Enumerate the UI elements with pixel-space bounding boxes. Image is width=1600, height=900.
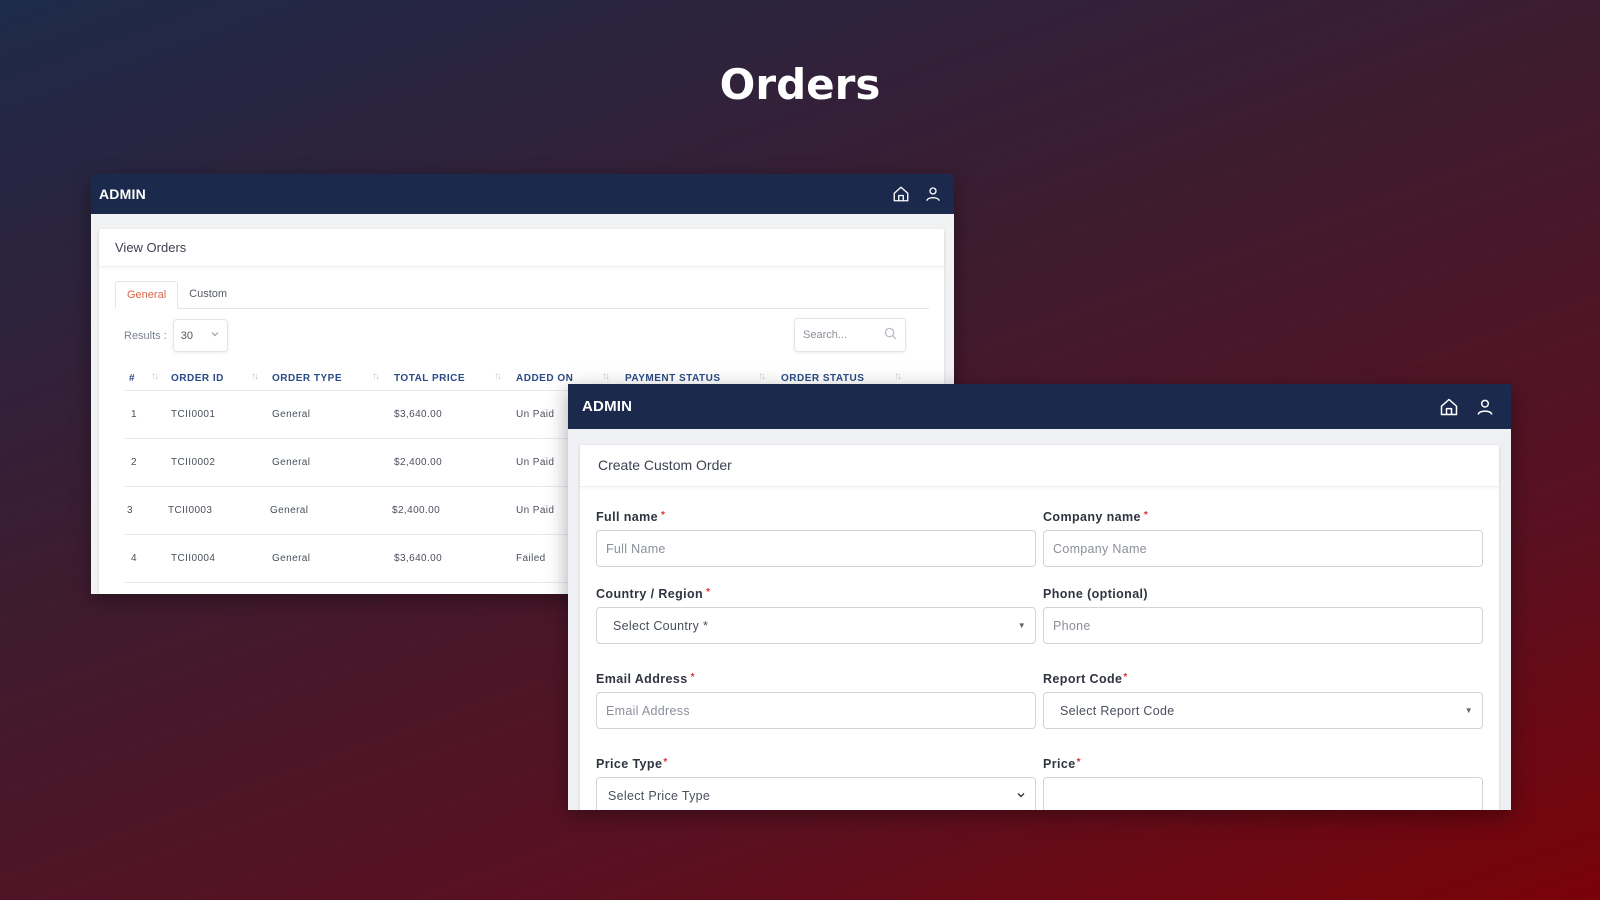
column-header-total-price[interactable]: TOTAL PRICE <box>394 373 465 384</box>
results-label: Results : <box>124 329 167 342</box>
column-header-number[interactable]: # <box>129 373 135 384</box>
brand-label: ADMIN <box>582 398 633 415</box>
company-name-input[interactable]: Company Name <box>1043 530 1483 567</box>
row-number: 4 <box>131 553 137 564</box>
sort-icon[interactable]: ↑↓ <box>758 371 766 382</box>
order-id-cell: TCII0004 <box>171 553 216 564</box>
order-tabs: General Custom <box>115 281 929 309</box>
card-title: View Orders <box>99 229 944 267</box>
report-code-select[interactable]: Select Report Code ▼ <box>1043 692 1483 729</box>
page-title: Orders <box>719 60 881 109</box>
status-cell: Failed <box>516 553 546 564</box>
report-code-label: Report Code* <box>1043 672 1128 686</box>
phone-field: Phone (optional) Phone <box>1043 587 1483 644</box>
column-header-order-status[interactable]: ORDER STATUS <box>781 373 864 384</box>
caret-down-icon: ▼ <box>1464 706 1473 715</box>
email-input[interactable]: Email Address <box>596 692 1036 729</box>
country-select[interactable]: Select Country * ▼ <box>596 607 1036 644</box>
results-select[interactable]: 30 <box>172 319 228 352</box>
user-icon[interactable] <box>924 185 942 203</box>
search-placeholder: Search... <box>803 329 848 341</box>
full-name-label: Full name * <box>596 510 666 524</box>
order-id-cell: TCII0003 <box>168 505 213 516</box>
total-price-cell: $2,400.00 <box>392 505 441 516</box>
total-price-cell: $2,400.00 <box>394 457 443 468</box>
search-input[interactable]: Search... <box>794 318 906 352</box>
tab-custom[interactable]: Custom <box>178 281 238 309</box>
order-type-cell: General <box>270 505 309 516</box>
create-custom-order-card: Create Custom Order Full name * Full Name… <box>580 445 1499 810</box>
home-icon[interactable] <box>892 185 910 203</box>
order-id-cell: TCII0002 <box>171 457 216 468</box>
full-name-input[interactable]: Full Name <box>596 530 1036 567</box>
email-label: Email Address * <box>596 672 695 686</box>
price-type-select[interactable]: Select Price Type <box>596 777 1036 810</box>
sort-icon[interactable]: ↑↓ <box>494 371 502 382</box>
sort-icon[interactable]: ↑↓ <box>251 371 259 382</box>
report-code-field: Report Code* Select Report Code ▼ <box>1043 672 1483 729</box>
order-type-cell: General <box>272 553 311 564</box>
row-number: 3 <box>127 505 133 516</box>
column-header-payment-status[interactable]: PAYMENT STATUS <box>625 373 721 384</box>
price-input[interactable] <box>1043 777 1483 810</box>
total-price-cell: $3,640.00 <box>394 553 443 564</box>
user-icon[interactable] <box>1475 397 1495 417</box>
phone-label: Phone (optional) <box>1043 587 1148 601</box>
column-header-order-type[interactable]: ORDER TYPE <box>272 373 342 384</box>
results-value: 30 <box>180 329 194 342</box>
sort-icon[interactable]: ↑↓ <box>602 371 610 382</box>
column-header-order-id[interactable]: ORDER ID <box>171 373 224 384</box>
order-id-cell: TCII0001 <box>171 409 216 420</box>
home-icon[interactable] <box>1439 397 1459 417</box>
price-type-field: Price Type* Select Price Type <box>596 757 1036 810</box>
status-cell: Un Paid <box>516 409 555 420</box>
full-name-field: Full name * Full Name <box>596 510 1036 567</box>
company-name-field: Company name * Company Name <box>1043 510 1483 567</box>
column-header-added-on[interactable]: ADDED ON <box>516 373 573 384</box>
top-navbar: ADMIN <box>91 174 954 214</box>
order-type-cell: General <box>272 457 311 468</box>
brand-label: ADMIN <box>99 186 146 202</box>
chevron-down-icon <box>1016 789 1026 803</box>
order-type-cell: General <box>272 409 311 420</box>
email-field: Email Address * Email Address <box>596 672 1036 729</box>
caret-down-icon: ▼ <box>1017 621 1026 630</box>
phone-input[interactable]: Phone <box>1043 607 1483 644</box>
top-navbar: ADMIN <box>568 384 1511 429</box>
country-field: Country / Region * Select Country * ▼ <box>596 587 1036 644</box>
search-icon <box>884 327 897 343</box>
card-title: Create Custom Order <box>580 445 1499 487</box>
status-cell: Un Paid <box>516 505 555 516</box>
country-label: Country / Region * <box>596 587 711 601</box>
status-cell: Un Paid <box>516 457 555 468</box>
price-field: Price* <box>1043 757 1483 810</box>
price-label: Price* <box>1043 757 1081 771</box>
sort-icon[interactable]: ↑↓ <box>894 371 902 382</box>
sort-icon[interactable]: ↑↓ <box>151 371 159 382</box>
price-type-label: Price Type* <box>596 757 668 771</box>
row-number: 2 <box>131 457 137 468</box>
create-custom-order-window: ADMIN Create Custom Order Full name * Ful… <box>568 384 1511 810</box>
row-number: 1 <box>131 409 137 420</box>
company-name-label: Company name * <box>1043 510 1149 524</box>
sort-icon[interactable]: ↑↓ <box>372 371 380 382</box>
tab-general[interactable]: General <box>115 281 179 309</box>
total-price-cell: $3,640.00 <box>394 409 443 420</box>
chevron-down-icon <box>210 329 220 342</box>
results-per-page: Results : 30 <box>124 319 228 352</box>
